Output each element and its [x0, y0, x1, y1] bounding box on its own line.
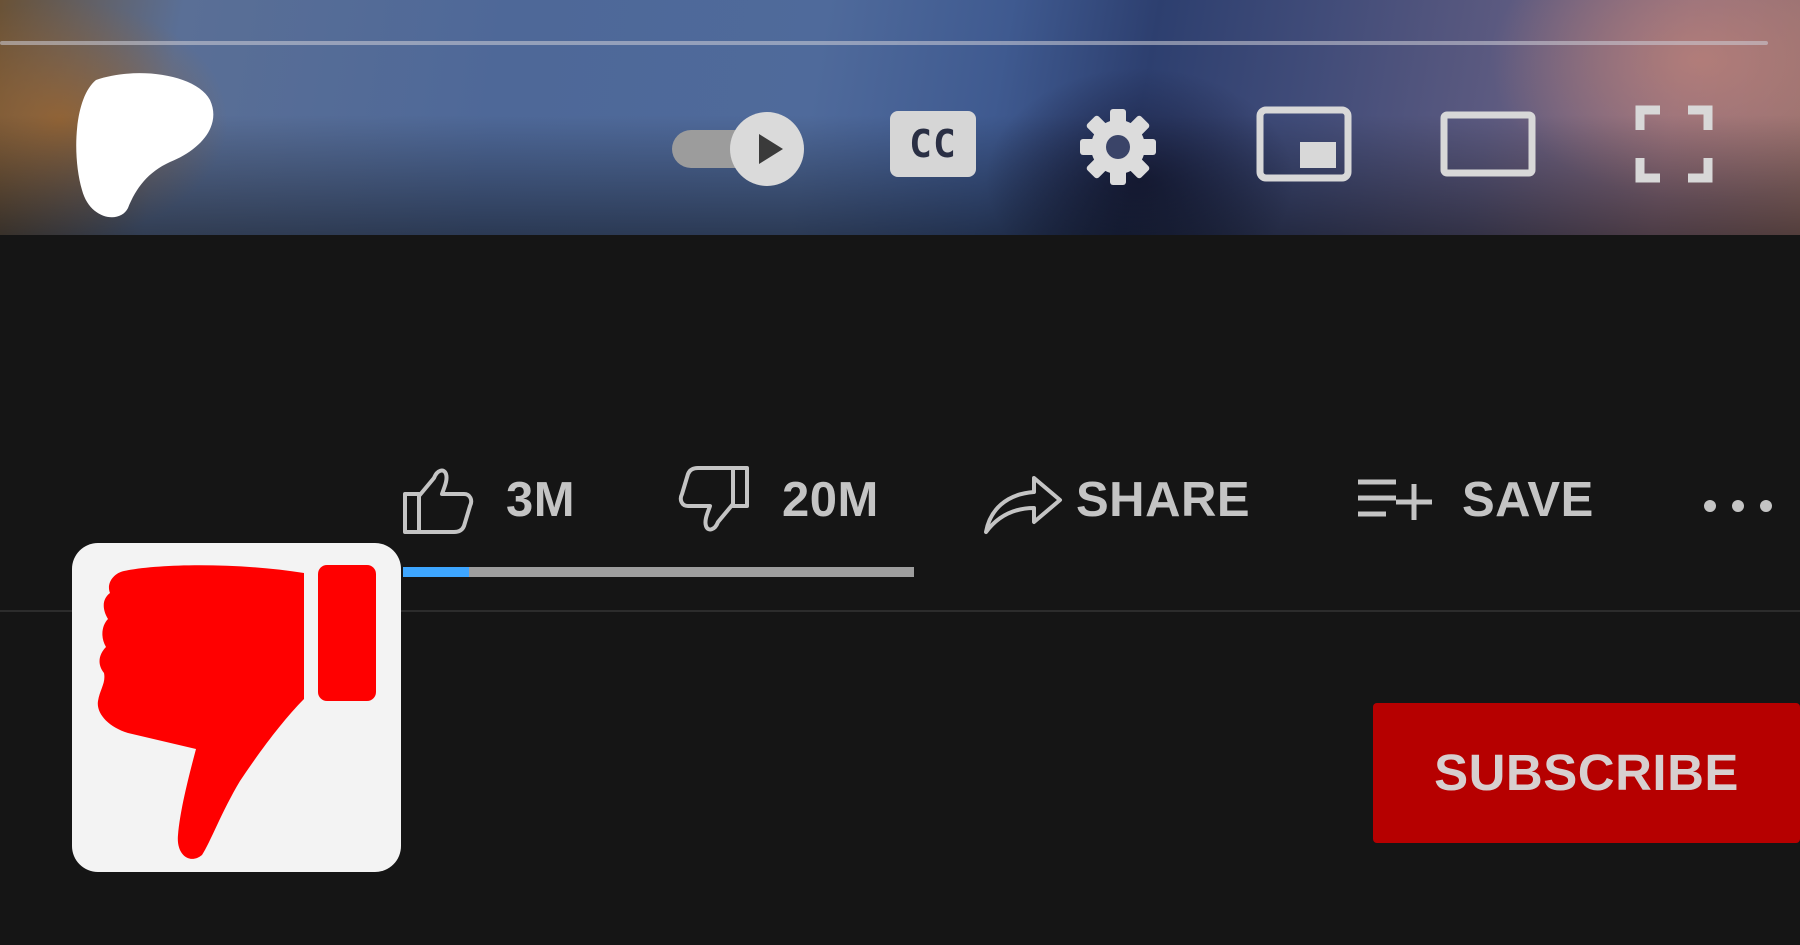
save-label: SAVE — [1462, 473, 1594, 527]
playlist-add-icon — [1358, 479, 1432, 520]
thumbs-down-icon — [678, 466, 749, 532]
paint-blob-icon — [76, 73, 214, 218]
autoplay-toggle[interactable] — [672, 104, 804, 186]
fullscreen-icon[interactable] — [1634, 104, 1714, 184]
cc-icon: CC — [890, 111, 976, 177]
share-arrow-icon — [984, 476, 1062, 534]
subscribe-button[interactable]: SUBSCRIBE — [1373, 703, 1800, 843]
progress-bar[interactable] — [0, 41, 1768, 45]
like-ratio-fill — [403, 567, 470, 577]
youtube-video-page: CC 3M 20M SHARE SAVE SUBSCRIBE — [0, 0, 1800, 945]
play-icon — [759, 134, 783, 164]
share-button[interactable]: SHARE — [982, 462, 1250, 538]
dislike-button[interactable]: 20M — [678, 462, 879, 538]
like-dislike-ratio-bar — [403, 567, 914, 577]
thumbs-up-icon — [403, 468, 474, 534]
like-count: 3M — [506, 473, 576, 527]
more-horizontal-icon[interactable] — [1702, 488, 1774, 524]
thumbs-down-logo-icon — [97, 565, 376, 859]
captions-button[interactable]: CC — [890, 111, 976, 177]
autoplay-knob — [730, 112, 804, 186]
share-label: SHARE — [1076, 473, 1251, 527]
theater-mode-icon[interactable] — [1440, 111, 1536, 177]
return-dislike-extension-logo — [72, 543, 401, 872]
gear-icon[interactable] — [1078, 107, 1158, 187]
save-button[interactable]: SAVE — [1356, 462, 1594, 538]
dislike-count: 20M — [782, 473, 879, 527]
video-player[interactable]: CC — [0, 0, 1800, 235]
like-button[interactable]: 3M — [402, 462, 575, 538]
miniplayer-icon[interactable] — [1256, 106, 1352, 182]
